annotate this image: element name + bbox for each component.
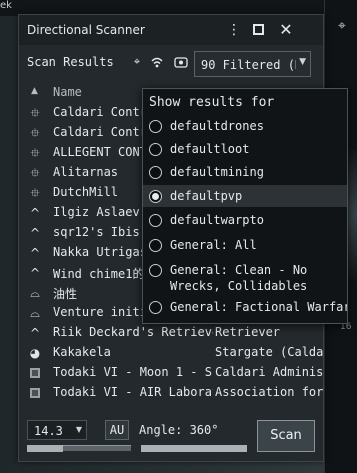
camera-icon[interactable] [173,55,189,69]
filter-option[interactable]: defaultpvp [143,185,347,207]
station-icon [27,365,43,381]
filter-option[interactable]: defaultmining [143,161,347,183]
row-name: Kakakela [53,345,111,359]
sort-ascending-icon[interactable]: ▲ [31,86,38,96]
window-titlebar[interactable]: Directional Scanner ⋮ ✕ [19,15,323,45]
beacon-icon: ⯐ [30,146,40,160]
radio-button[interactable] [149,214,162,227]
row-name: Riik Deckard's Retriever [53,325,213,339]
stargate-icon: ◕ [29,346,41,360]
maximize-button[interactable] [249,21,267,39]
row-type: Stargate (Caldari) [215,345,323,359]
angle-slider[interactable] [141,445,247,452]
filter-option[interactable]: General: Clean - No Wrecks, Collidables [143,259,347,293]
target-icon[interactable]: ⌖ [129,55,145,69]
filter-option[interactable]: General: Factional Warfare [143,296,348,318]
station-icon-shape [30,368,40,378]
filter-option-label: defaultloot [170,142,250,156]
radio-button[interactable] [149,166,162,179]
row-name: Todaki VI - AIR Laborator [53,385,213,399]
filter-option[interactable]: defaultloot [143,138,347,160]
radio-button[interactable] [149,143,162,156]
radio-button[interactable] [149,120,162,133]
capsule-icon: ⌓ [30,286,40,300]
more-options-icon[interactable]: ⋮ [225,21,243,39]
frigate-icon: ^ [29,226,41,240]
row-name: Todaki VI - Moon 1 - Sc [53,365,213,379]
station-icon [27,385,43,401]
filter-option[interactable]: defaultwarpto [143,209,347,231]
scan-results-label: Scan Results [27,55,114,69]
radio-selected-dot [152,193,159,200]
range-value: 14.3 [34,424,63,438]
list-item[interactable]: Todaki VI - Moon 1 - ScCaldari Administr [19,363,323,383]
close-button[interactable]: ✕ [277,21,295,39]
scanner-footer: 14.3 ▼ AU Angle: 360° Scan [19,415,323,461]
beacon-icon: ⯐ [30,186,40,200]
radio-button[interactable] [149,301,162,314]
capsule-icon: ⌓ [30,306,40,320]
chevron-down-icon: ▼ [299,57,306,67]
chevron-down-icon: ▼ [75,425,82,434]
frigate-icon: ^ [29,266,41,280]
list-item[interactable]: ◕ Kakakela Stargate (Caldari) [19,343,323,363]
filter-option[interactable]: defaultdrones [143,115,347,137]
beacon-icon: ⯐ [30,126,40,140]
filter-value: 90 Filtered (None) [201,58,296,72]
scan-results-header: Scan Results ⌖ 90 Filtered (None) ▼ [19,47,323,77]
beacon-icon: ⯐ [30,166,40,180]
station-icon-shape [30,388,40,398]
filter-option-label: General: All [170,238,257,252]
filter-option-label: defaultdrones [170,119,264,133]
filter-dropdown[interactable]: 90 Filtered (None) ▼ [194,51,311,77]
radio-button[interactable] [149,190,162,203]
angle-slider-fill [141,445,247,452]
filter-option-label: defaultwarpto [170,213,264,227]
frigate-icon: ^ [29,206,41,220]
frigate-icon: ^ [29,246,41,260]
maximize-icon [252,24,264,35]
filter-option-label: defaultmining [170,165,264,179]
camera-icon-svg [174,57,188,68]
range-slider[interactable] [27,445,131,452]
filter-option[interactable]: General: All [143,234,347,256]
radio-button[interactable] [149,264,162,277]
radio-button[interactable] [149,239,162,252]
row-type: Association for I [215,385,323,399]
signal-icon[interactable] [149,55,165,69]
column-name-header[interactable]: Name [53,85,82,99]
list-item[interactable]: ^ Riik Deckard's Retriever Retriever [19,323,323,343]
angle-label: Angle: 360° [139,423,219,437]
show-results-popup: Show results for defaultdrones defaultloo… [142,88,348,324]
window-title: Directional Scanner [27,23,145,37]
beacon-icon: ⯐ [30,106,40,120]
list-item[interactable]: Todaki VI - AIR LaboratorAssociation for… [19,383,323,403]
signal-icon-svg [151,57,163,68]
filter-option-label: General: Clean - No Wrecks, Collidables [170,263,308,293]
row-type: Caldari Administr [215,365,323,379]
location-pin-icon[interactable]: ⌖ [333,18,351,36]
filter-option-label: defaultpvp [170,189,243,203]
unit-button[interactable]: AU [105,420,129,440]
filter-option-label: General: Factional Warfare [170,300,348,314]
range-input[interactable]: 14.3 ▼ [27,420,87,440]
popup-title: Show results for [149,95,275,110]
range-slider-fill [27,445,64,452]
row-type: Retriever [215,325,281,339]
frigate-icon: ^ [29,326,41,340]
background-strip-text: ek [0,0,12,11]
scan-button[interactable]: Scan [257,420,315,452]
